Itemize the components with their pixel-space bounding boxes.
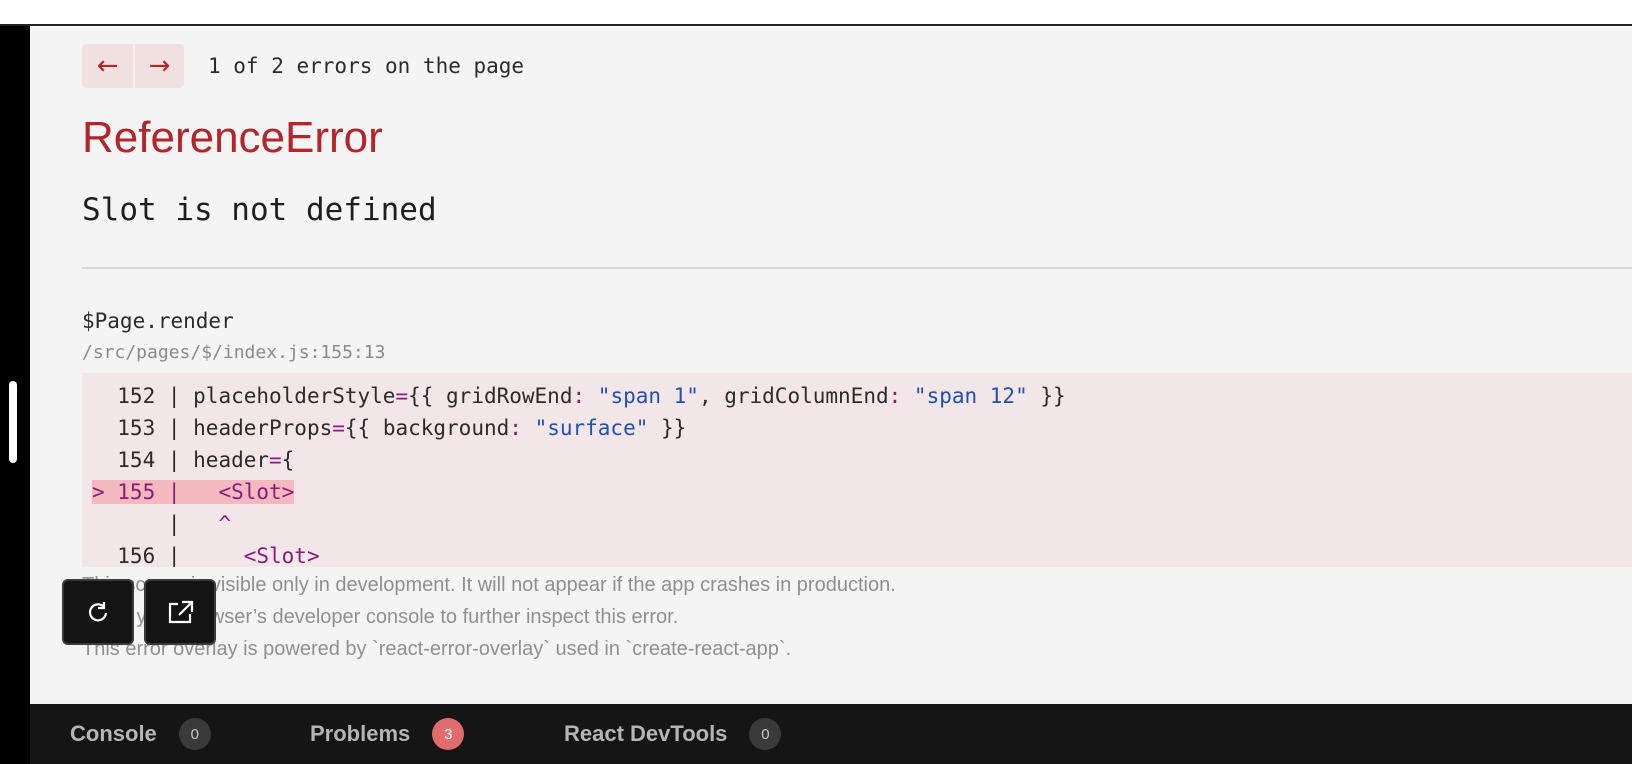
- code-token: <Slot>: [218, 480, 295, 504]
- tab-label: React DevTools: [564, 721, 728, 746]
- code-token: ^: [218, 512, 232, 536]
- code-line: > 155 | <Slot>: [82, 476, 1632, 508]
- code-token: =: [269, 448, 282, 472]
- code-line: 156 | <Slot>: [82, 540, 1632, 567]
- code-token: =: [395, 384, 409, 408]
- tab-label: Problems: [310, 721, 411, 746]
- line-gutter: 154 |: [92, 448, 194, 472]
- left-rail: [0, 26, 30, 764]
- divider: [82, 267, 1632, 269]
- code-token: "span 12": [913, 384, 1028, 408]
- resize-handle[interactable]: [9, 381, 17, 463]
- tab-label: Console: [70, 721, 157, 746]
- code-token: :: [572, 384, 586, 408]
- code-token: , gridColumnEnd: [698, 384, 889, 408]
- code-token: header: [193, 448, 270, 472]
- code-token: =: [332, 416, 345, 440]
- error-type-heading: ReferenceError: [82, 113, 383, 162]
- open-in-new-window-button[interactable]: [144, 579, 216, 645]
- count-badge: 3: [432, 718, 465, 750]
- line-gutter: 156 |: [92, 544, 194, 567]
- stack-frame-location[interactable]: /src/pages/$/index.js:155:13: [82, 342, 385, 363]
- error-nav-buttons: ← →: [82, 44, 184, 88]
- next-error-button[interactable]: →: [133, 44, 184, 88]
- code-token: {{ gridRowEnd: [408, 384, 573, 408]
- code-token: placeholderStyle: [193, 384, 396, 408]
- code-line: | ^: [82, 508, 1632, 540]
- top-bar: [0, 0, 1632, 26]
- code-token: }}: [648, 416, 687, 440]
- count-badge: 0: [749, 718, 782, 750]
- previous-error-button[interactable]: ←: [82, 44, 133, 88]
- code-token: }}: [1027, 384, 1066, 408]
- code-snippet: 152 | placeholderStyle={{ gridRowEnd: "s…: [82, 373, 1632, 567]
- code-token: "surface": [534, 416, 649, 440]
- error-navigation: ← → 1 of 2 errors on the page: [82, 44, 524, 88]
- refresh-button[interactable]: [62, 579, 134, 645]
- code-token: :: [509, 416, 522, 440]
- tab-problems[interactable]: Problems 3: [310, 718, 465, 750]
- tab-react-devtools[interactable]: React DevTools 0: [564, 718, 782, 750]
- error-message: Slot is not defined: [82, 192, 437, 228]
- code-line: 154 | header={: [82, 444, 1632, 476]
- tab-console[interactable]: Console 0: [70, 718, 211, 750]
- line-gutter: > 155 |: [92, 480, 194, 504]
- error-count-text: 1 of 2 errors on the page: [208, 54, 525, 78]
- code-token: "span 1": [597, 384, 699, 408]
- stack-frame-function: $Page.render: [82, 309, 234, 333]
- code-line: 152 | placeholderStyle={{ gridRowEnd: "s…: [82, 380, 1632, 412]
- code-token: headerProps: [193, 416, 333, 440]
- open-external-icon: [168, 600, 194, 624]
- code-line: 153 | headerProps={{ background: "surfac…: [82, 412, 1632, 444]
- devtools-bar: Console 0 Problems 3 React DevTools 0: [30, 704, 1632, 764]
- line-gutter: |: [92, 512, 194, 536]
- error-overlay: ← → 1 of 2 errors on the page ReferenceE…: [30, 27, 1632, 704]
- code-token: <Slot>: [243, 544, 320, 567]
- line-gutter: 152 |: [92, 384, 194, 408]
- count-badge: 0: [178, 718, 211, 750]
- code-token: :: [888, 384, 902, 408]
- line-gutter: 153 |: [92, 416, 194, 440]
- code-token: {: [281, 448, 295, 472]
- code-token: {{ background: [344, 416, 510, 440]
- refresh-icon: [88, 602, 108, 622]
